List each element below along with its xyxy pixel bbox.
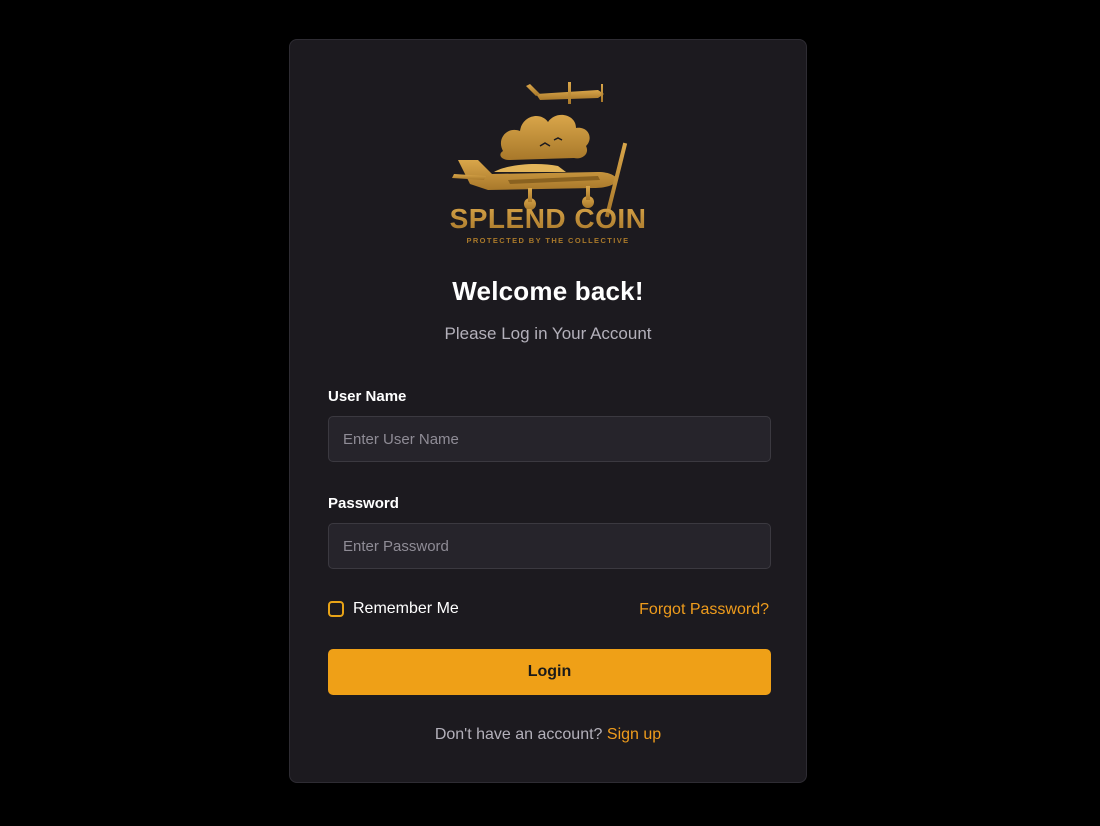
username-label: User Name [328, 388, 407, 405]
brand-tagline: PROTECTED BY THE COLLECTIVE [466, 236, 629, 245]
password-input[interactable] [328, 523, 771, 569]
airplane-logo-icon: SPLEND COIN PROTECTED BY THE COLLECTIVE [450, 82, 647, 245]
password-label: Password [328, 495, 399, 512]
remember-me-label: Remember Me [353, 600, 459, 617]
signup-row: Don't have an account? Sign up [290, 726, 806, 744]
remember-me-checkbox[interactable] [328, 601, 344, 617]
page-subtitle: Please Log in Your Account [444, 324, 652, 343]
brand-name: SPLEND COIN [450, 203, 647, 234]
login-button[interactable]: Login [328, 649, 771, 695]
brand-logo: SPLEND COIN PROTECTED BY THE COLLECTIVE [290, 76, 806, 251]
remember-me-checkbox-row[interactable]: Remember Me [328, 600, 459, 618]
page-title: Welcome back! [452, 276, 644, 306]
login-card: SPLEND COIN PROTECTED BY THE COLLECTIVE … [289, 39, 807, 783]
signup-prompt: Don't have an account? [434, 726, 607, 743]
forgot-password-link[interactable]: Forgot Password? [639, 601, 769, 619]
username-input[interactable] [328, 416, 771, 462]
signup-link[interactable]: Sign up [607, 726, 661, 743]
